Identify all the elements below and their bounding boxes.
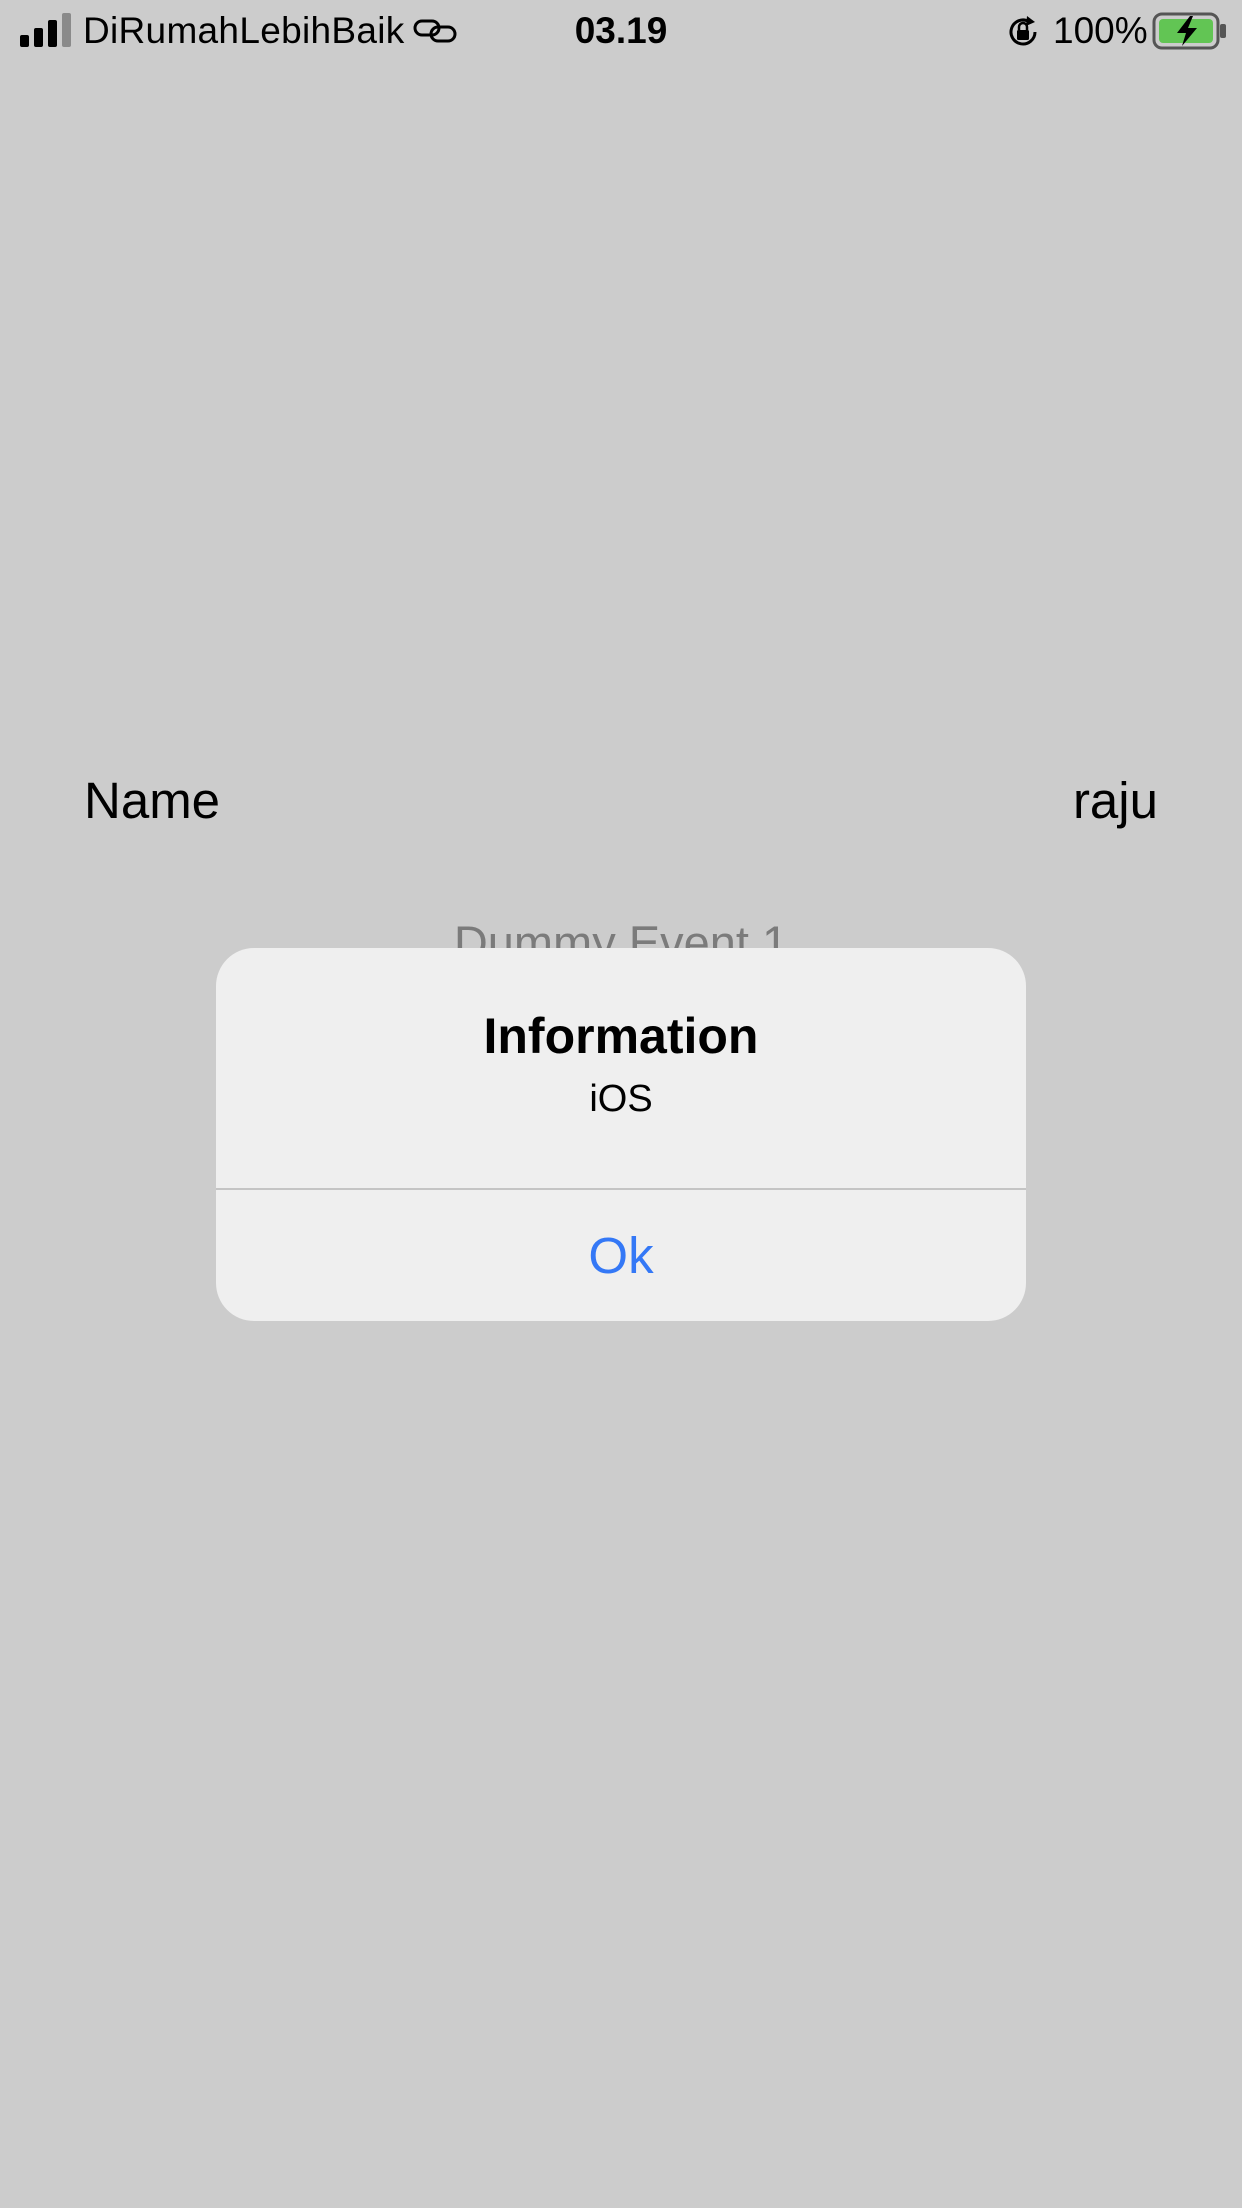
- alert-title: Information: [483, 1008, 759, 1064]
- name-label: Name: [84, 772, 221, 829]
- lock-rotation-icon: [1009, 16, 1037, 46]
- battery-charging-icon: [1152, 12, 1226, 50]
- alert-dialog: Information iOS Ok: [216, 948, 1026, 1321]
- battery-percentage: 100%: [1053, 10, 1148, 51]
- ok-button[interactable]: Ok: [216, 1190, 1026, 1321]
- alert-message: iOS: [589, 1078, 653, 1120]
- name-value: raju: [1072, 772, 1158, 829]
- status-bar: DiRumahLebihBaik 03.19 100%: [0, 0, 1242, 62]
